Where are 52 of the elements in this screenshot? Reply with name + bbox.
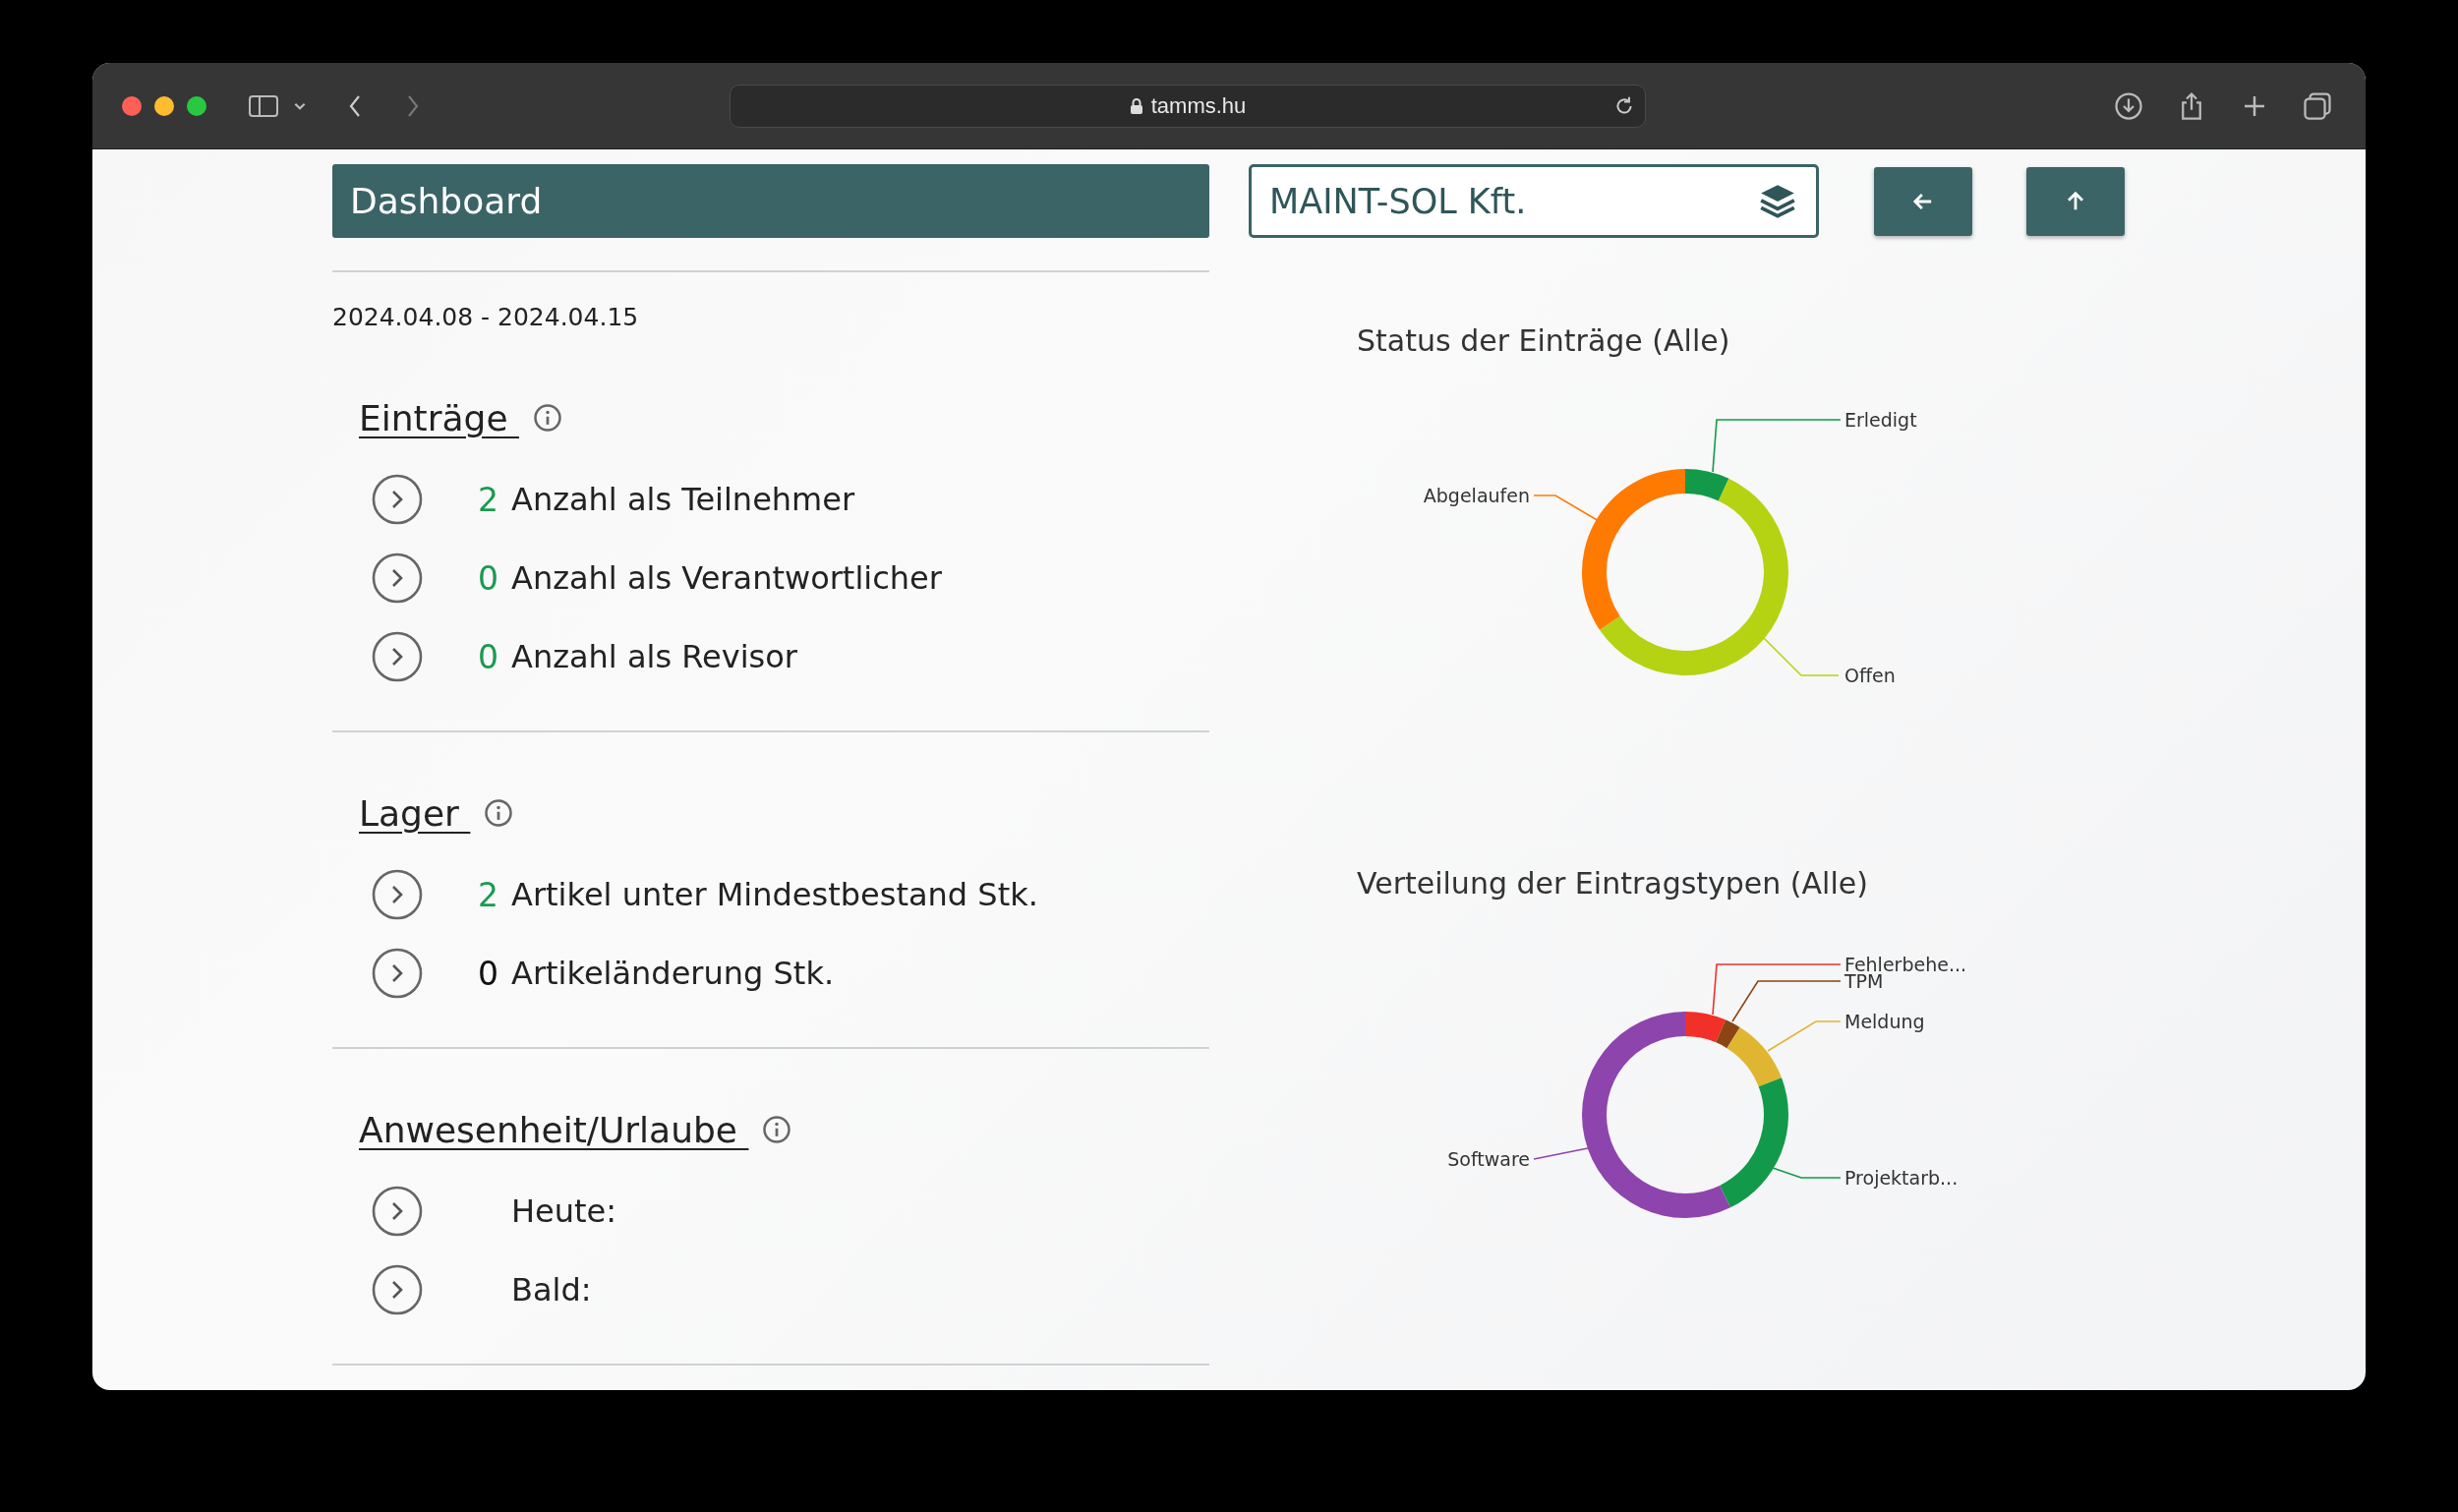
slice-label: Projektarb... xyxy=(1844,1167,1959,1189)
forward-icon[interactable] xyxy=(406,93,420,118)
info-icon[interactable] xyxy=(762,1115,792,1144)
info-icon[interactable] xyxy=(484,798,514,828)
row-label: Anzahl als Verantwortlicher xyxy=(511,559,942,597)
row-label: Anzahl als Revisor xyxy=(511,638,797,675)
chart-title: Status der Einträge (Alle) xyxy=(1357,322,1731,360)
up-button[interactable] xyxy=(2026,166,2125,236)
address-bar[interactable]: tamms.hu xyxy=(730,84,1646,128)
count-value: 0 xyxy=(478,954,498,993)
close-icon[interactable] xyxy=(122,95,142,116)
expand-circle-icon[interactable] xyxy=(372,631,423,682)
maximize-icon[interactable] xyxy=(187,95,206,116)
slice-label: Offen xyxy=(1844,665,1896,686)
tabs-overview-icon[interactable] xyxy=(2303,90,2332,121)
expand-circle-icon[interactable] xyxy=(372,552,423,604)
slice-label: Meldung xyxy=(1844,1011,1925,1032)
count-value: 0 xyxy=(478,637,498,676)
company-field[interactable]: MAINT-SOL Kft. xyxy=(1249,164,1819,238)
expand-circle-icon[interactable] xyxy=(372,948,423,999)
expand-circle-icon[interactable] xyxy=(372,869,423,920)
slice-label: Software xyxy=(1447,1148,1530,1170)
chart-title: Verteilung der Eintragstypen (Alle) xyxy=(1357,865,1869,902)
sidebar-icon[interactable] xyxy=(248,93,279,118)
minimize-icon[interactable] xyxy=(154,95,174,116)
slice-label: Erledigt xyxy=(1844,409,1917,431)
expand-circle-icon[interactable] xyxy=(372,1264,423,1315)
back-button[interactable] xyxy=(1874,166,1972,236)
lock-icon xyxy=(1129,96,1143,115)
count-value: 0 xyxy=(478,558,498,598)
info-icon[interactable] xyxy=(533,403,562,433)
leader-line xyxy=(1772,1167,1842,1179)
section-link[interactable]: Anwesenheit/Urlaube xyxy=(359,1109,749,1150)
page-title-bar: Dashboard xyxy=(332,164,1209,238)
row-label: Heute: xyxy=(511,1192,617,1230)
leader-line xyxy=(1533,1147,1589,1160)
download-icon[interactable] xyxy=(2114,90,2143,121)
row-label: Anzahl als Teilnehmer xyxy=(511,481,855,518)
section-link[interactable]: Lager xyxy=(359,792,471,834)
expand-circle-icon[interactable] xyxy=(372,474,423,525)
back-icon[interactable] xyxy=(348,93,362,118)
section-link[interactable]: Einträge xyxy=(359,397,519,438)
leader-line xyxy=(1533,494,1600,522)
row-label: Artikel unter Mindestbestand Stk. xyxy=(511,876,1038,913)
slice-label: Abgelaufen xyxy=(1423,485,1530,506)
expand-circle-icon[interactable] xyxy=(372,1186,423,1237)
row-label: Artikeländerung Stk. xyxy=(511,955,835,992)
date-range: 2024.04.08 - 2024.04.15 xyxy=(332,302,640,333)
url-text: tamms.hu xyxy=(1150,92,1247,119)
count-value: 2 xyxy=(478,875,498,914)
count-value: 2 xyxy=(478,480,498,519)
row-label: Bald: xyxy=(511,1271,592,1308)
